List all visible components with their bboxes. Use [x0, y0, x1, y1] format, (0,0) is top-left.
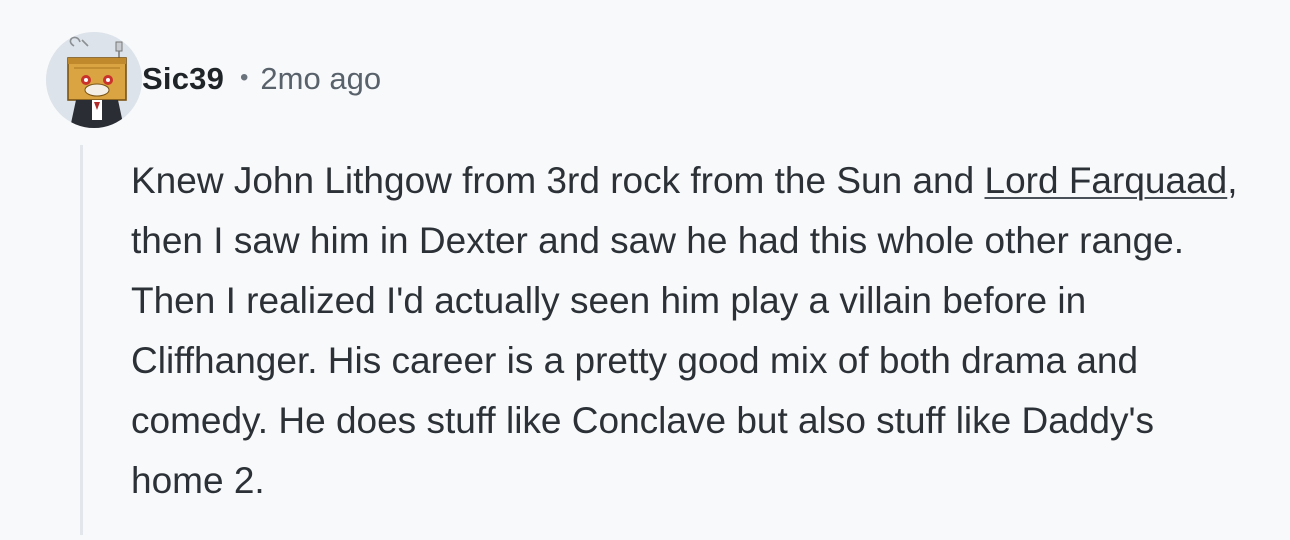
lord-farquaad-link[interactable]: Lord Farquaad	[985, 160, 1228, 201]
separator-dot: •	[240, 64, 249, 91]
snoo-avatar-icon	[46, 32, 142, 128]
comment-timestamp[interactable]: 2mo ago	[260, 61, 381, 97]
comment-text-part: Knew John Lithgow from 3rd rock from the…	[131, 160, 985, 201]
comment-text-part: , then I saw him in Dexter and saw he ha…	[131, 160, 1238, 501]
username-link[interactable]: Sic39	[142, 61, 224, 97]
thread-line[interactable]	[80, 145, 83, 535]
comment-body: Knew John Lithgow from 3rd rock from the…	[131, 151, 1246, 511]
comment: Sic39 • 2mo ago Knew John Lithgow from 3…	[0, 0, 1290, 540]
comment-header: Sic39 • 2mo ago	[142, 56, 381, 102]
user-avatar[interactable]	[46, 32, 142, 128]
